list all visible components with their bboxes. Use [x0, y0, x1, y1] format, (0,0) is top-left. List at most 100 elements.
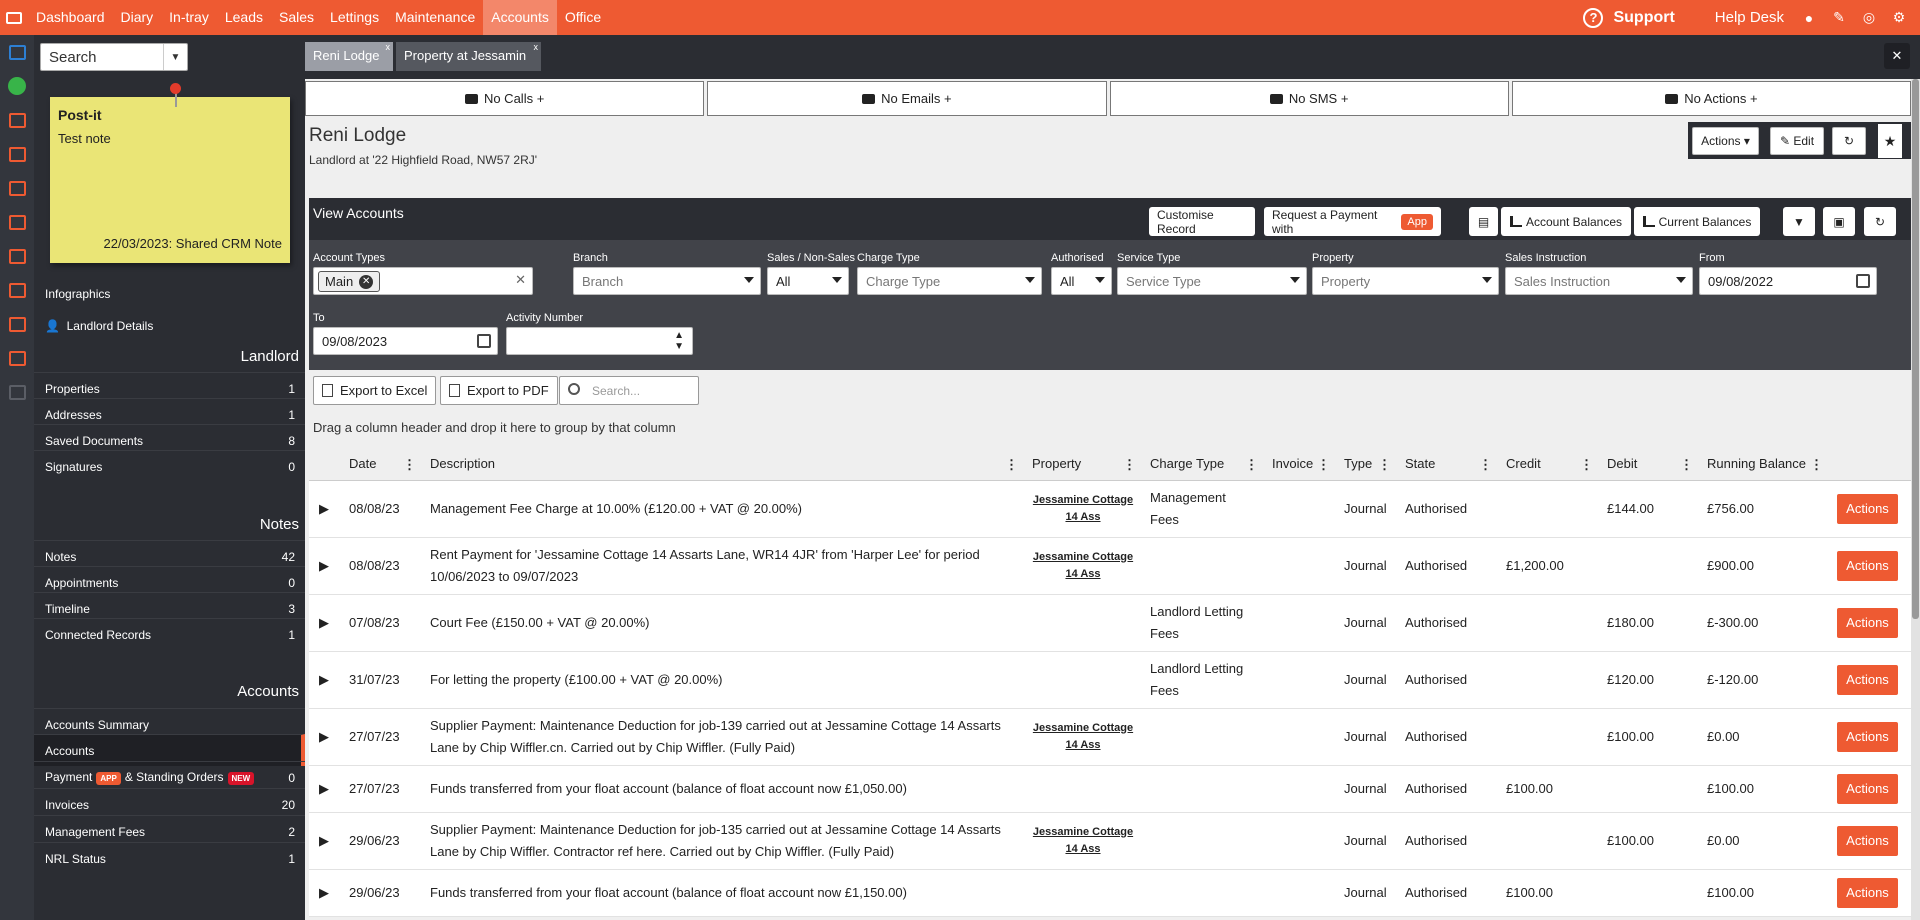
actions-comm-button[interactable]: No Actions +	[1511, 81, 1911, 116]
activity-number-input[interactable]: ▲ ▼	[506, 327, 693, 355]
close-tab-icon[interactable]: x	[534, 42, 539, 52]
clover-icon[interactable]	[0, 69, 34, 103]
column-header-type[interactable]: Type ⋮	[1336, 448, 1397, 481]
nav-sales[interactable]: Sales	[271, 0, 322, 35]
column-menu-icon[interactable]: ⋮	[1479, 457, 1492, 473]
post-it-note[interactable]: Post-it Test note 22/03/2023: Shared CRM…	[50, 83, 290, 263]
expand-row-icon[interactable]: ▶	[309, 594, 341, 652]
nav-maintenance[interactable]: Maintenance	[387, 0, 483, 35]
clear-icon[interactable]: ✕	[515, 272, 526, 288]
expand-row-icon[interactable]: ▶	[309, 708, 341, 766]
sidebar-item-nrl-status[interactable]: NRL Status 1	[34, 842, 305, 874]
row-actions-button[interactable]: Actions	[1837, 877, 1898, 908]
column-header-description[interactable]: Description ⋮	[422, 448, 1024, 481]
column-header-date[interactable]: Date ⋮	[341, 448, 422, 481]
search-select[interactable]: Search ▼	[40, 43, 188, 71]
sms-button[interactable]: No SMS +	[1109, 81, 1509, 116]
table-row[interactable]: ▶ 27/07/23 Supplier Payment: Maintenance D…	[309, 708, 1911, 766]
column-header-charge-type[interactable]: Charge Type ⋮	[1142, 448, 1264, 481]
toolbox-icon[interactable]	[0, 341, 34, 375]
refresh-accounts-icon[interactable]: ↻	[1864, 207, 1896, 236]
remove-chip-icon[interactable]: ✕	[359, 274, 374, 289]
lifebuoy-icon[interactable]: ◎	[1860, 9, 1878, 27]
column-header-state[interactable]: State ⋮	[1397, 448, 1498, 481]
property-link[interactable]: Jessamine Cottage 14 Ass	[1032, 824, 1134, 858]
row-actions-button[interactable]: Actions	[1837, 773, 1898, 804]
nav-accounts[interactable]: Accounts	[483, 0, 557, 35]
column-menu-icon[interactable]: ⋮	[1245, 457, 1258, 473]
sales-instruction-select[interactable]: Sales Instruction	[1505, 267, 1693, 295]
table-view-icon[interactable]: ▤	[1469, 207, 1498, 236]
table-row[interactable]: ▶ 27/07/23 Funds transferred from your flo…	[309, 765, 1911, 813]
calendar-icon[interactable]	[1856, 274, 1870, 288]
building-icon[interactable]	[0, 205, 34, 239]
house-icon[interactable]	[0, 137, 34, 171]
column-menu-icon[interactable]: ⋮	[1123, 457, 1136, 473]
filter-icon[interactable]: ▼	[1783, 207, 1815, 236]
request-payment-button[interactable]: Request a Payment with App	[1264, 207, 1441, 236]
property-link[interactable]: Jessamine Cottage 14 Ass	[1032, 492, 1134, 526]
row-actions-button[interactable]: Actions	[1837, 825, 1898, 856]
row-actions-button[interactable]: Actions	[1837, 550, 1898, 581]
table-row[interactable]: ▶ 31/07/23 For letting the property (£100.…	[309, 651, 1911, 709]
record-tab-reni-lodge[interactable]: Reni Lodge x	[305, 42, 393, 71]
close-all-tabs-button[interactable]: ✕	[1884, 43, 1910, 69]
expand-row-icon[interactable]: ▶	[309, 651, 341, 709]
current-balances-button[interactable]: Current Balances	[1634, 207, 1760, 236]
branch-select[interactable]: Branch	[573, 267, 761, 295]
table-row[interactable]: ▶ 08/08/23 Management Fee Charge at 10.00%…	[309, 480, 1911, 538]
refresh-record-button[interactable]: ↻	[1832, 127, 1866, 155]
info-icon[interactable]: ●	[1800, 9, 1818, 27]
column-header-running-balance[interactable]: Running Balance ⋮	[1699, 448, 1829, 481]
infographics-link[interactable]: Infographics	[45, 287, 110, 301]
export-pdf-button[interactable]: Export to PDF	[440, 376, 558, 405]
edit-button[interactable]: ✎ Edit	[1770, 127, 1824, 155]
account-types-select[interactable]: Main ✕ ✕	[313, 267, 533, 295]
column-menu-icon[interactable]: ⋮	[1810, 457, 1823, 473]
sidebar-item-connected-records[interactable]: Connected Records 1	[34, 618, 305, 650]
column-menu-icon[interactable]: ⋮	[1680, 457, 1693, 473]
sales-nonsales-select[interactable]: All	[767, 267, 849, 295]
export-excel-button[interactable]: Export to Excel	[313, 376, 437, 405]
to-date-input[interactable]: 09/08/2023	[313, 327, 498, 355]
landlord-details-link[interactable]: 👤 Landlord Details	[45, 319, 153, 333]
row-actions-button[interactable]: Actions	[1837, 493, 1898, 524]
bookmark-star-icon[interactable]: ★	[1878, 124, 1902, 158]
nav-leads[interactable]: Leads	[217, 0, 271, 35]
record-actions-button[interactable]: Actions ▾	[1692, 127, 1759, 155]
record-tab-property[interactable]: Property at Jessamin x	[396, 42, 541, 71]
row-actions-button[interactable]: Actions	[1837, 721, 1898, 752]
column-header-credit[interactable]: Credit ⋮	[1498, 448, 1599, 481]
help-desk-link[interactable]: Help Desk	[1715, 9, 1784, 26]
users-icon[interactable]	[0, 375, 34, 409]
nav-diary[interactable]: Diary	[113, 0, 162, 35]
column-header-property[interactable]: Property ⋮	[1024, 448, 1142, 481]
column-menu-icon[interactable]: ⋮	[1378, 457, 1391, 473]
column-menu-icon[interactable]: ⋮	[1317, 457, 1330, 473]
transfer-icon[interactable]	[0, 307, 34, 341]
stepper-icon[interactable]: ▲ ▼	[674, 330, 684, 352]
row-actions-button[interactable]: Actions	[1837, 664, 1898, 695]
emails-button[interactable]: No Emails +	[707, 81, 1107, 116]
grid-search-input[interactable]: Search...	[559, 376, 699, 405]
app-logo-icon[interactable]	[0, 0, 28, 35]
expand-row-icon[interactable]: ▶	[309, 480, 341, 538]
expand-row-icon[interactable]: ▶	[309, 537, 341, 595]
camera-icon[interactable]	[0, 171, 34, 205]
calendar-icon[interactable]	[477, 334, 491, 348]
chevron-down-icon[interactable]: ▼	[163, 44, 187, 70]
column-menu-icon[interactable]: ⋮	[403, 457, 416, 473]
table-row[interactable]: ▶ 08/08/23 Rent Payment for 'Jessamine Cot…	[309, 537, 1911, 595]
from-date-input[interactable]: 09/08/2022	[1699, 267, 1877, 295]
edit-note-icon[interactable]: ✎	[1830, 9, 1848, 27]
property-link[interactable]: Jessamine Cottage 14 Ass	[1032, 549, 1134, 583]
calendar-icon[interactable]	[0, 35, 34, 69]
nav-in-tray[interactable]: In-tray	[161, 0, 217, 35]
folder-icon[interactable]	[0, 273, 34, 307]
nav-dashboard[interactable]: Dashboard	[28, 0, 113, 35]
column-menu-icon[interactable]: ⋮	[1580, 457, 1593, 473]
support-link[interactable]: ? Support	[1583, 7, 1675, 28]
calls-button[interactable]: No Calls +	[305, 81, 705, 116]
gear-icon[interactable]: ⚙	[1890, 9, 1908, 27]
authorised-select[interactable]: All	[1051, 267, 1112, 295]
